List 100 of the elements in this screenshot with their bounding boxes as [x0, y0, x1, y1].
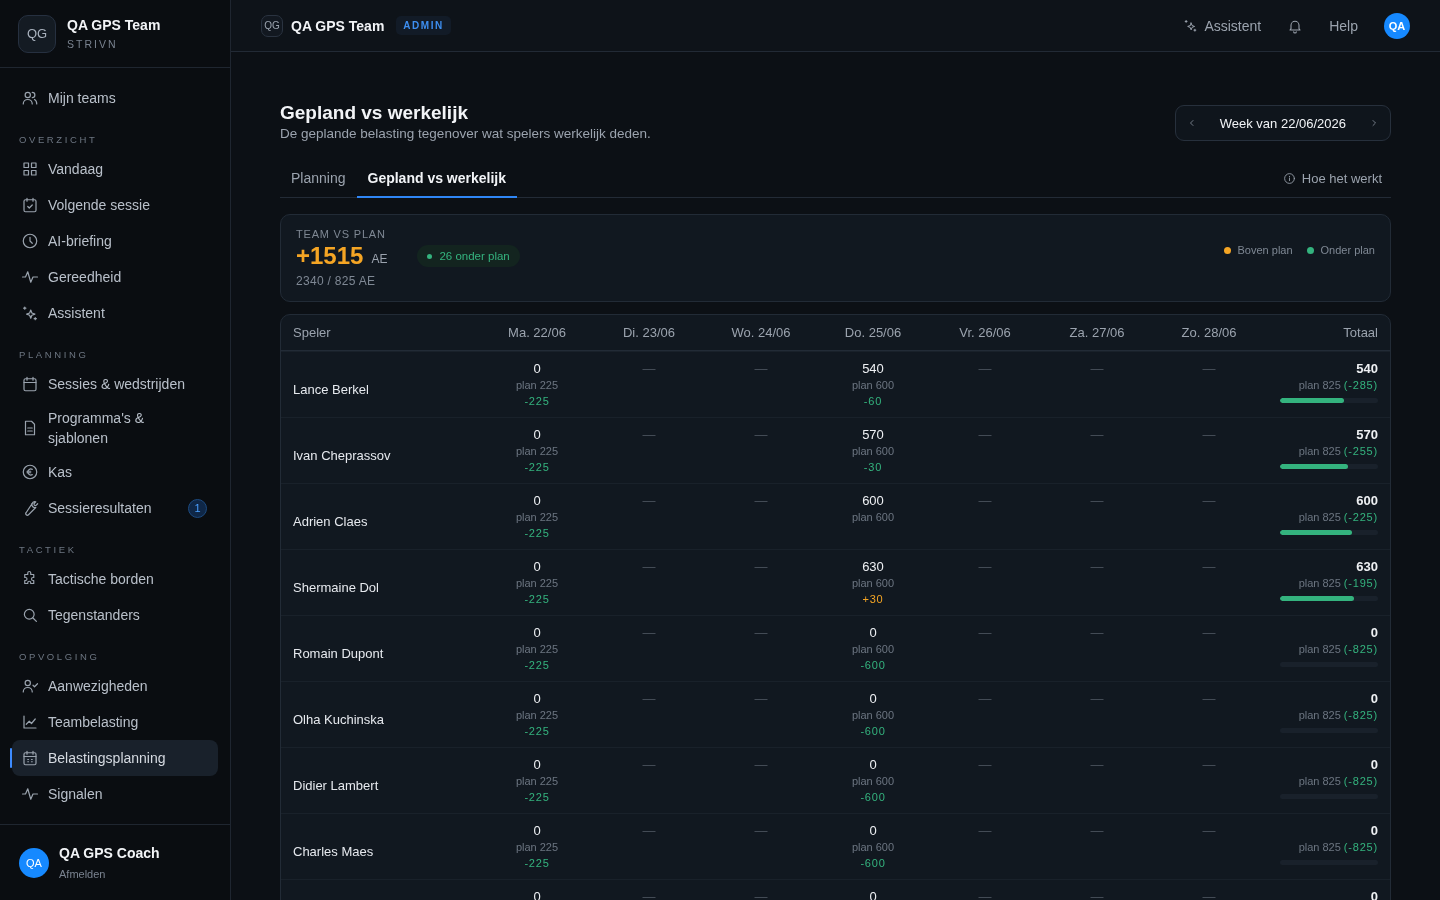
sidebar-item[interactable]: Programma's & sjablonen	[12, 402, 218, 454]
empty-value: —	[978, 361, 992, 377]
actual-load: 0	[533, 427, 541, 443]
empty-value: —	[978, 559, 992, 575]
planned-load: plan 600	[851, 510, 895, 525]
planned-total: plan 825	[1298, 378, 1341, 393]
actual-load: 540	[862, 361, 884, 377]
column-header: Za. 27/06	[1068, 325, 1126, 340]
column-header: Totaal	[1342, 325, 1378, 340]
total-load: 540	[1356, 361, 1378, 377]
calendar-icon	[21, 375, 39, 393]
summary-label: TEAM VS PLAN	[296, 228, 387, 240]
planned-load: plan 225	[515, 378, 559, 393]
actual-load: 570	[862, 427, 884, 443]
tab[interactable]: Gepland vs werkelijk	[356, 170, 517, 198]
actual-load: 0	[869, 823, 877, 839]
empty-value: —	[1202, 427, 1216, 443]
euro-icon	[21, 463, 39, 481]
sidebar-item[interactable]: Vandaag	[12, 151, 218, 187]
load-difference: -600	[860, 658, 886, 673]
sidebar-item[interactable]: Sessieresultaten 1	[12, 490, 218, 526]
sidebar-item[interactable]: Sessies & wedstrijden	[12, 366, 218, 402]
sidebar-item[interactable]: Tegenstanders	[12, 597, 218, 633]
sidebar-item[interactable]: Gereedheid	[12, 259, 218, 295]
sidebar-item[interactable]: Volgende sessie	[12, 187, 218, 223]
unit-label: AE	[371, 252, 388, 266]
total-difference: (-825)	[1343, 708, 1378, 723]
load-difference: -225	[524, 394, 550, 409]
actual-load: 0	[533, 361, 541, 377]
planned-load: plan 225	[515, 642, 559, 657]
sparkle-icon	[1183, 18, 1199, 33]
empty-value: —	[754, 757, 768, 773]
sidebar-item[interactable]: Kas	[12, 454, 218, 490]
load-difference: -225	[524, 724, 550, 739]
grid-icon	[21, 160, 39, 178]
load-difference: -600	[860, 724, 886, 739]
empty-value: —	[1090, 361, 1104, 377]
total-load: 570	[1356, 427, 1378, 443]
logout-link[interactable]: Afmelden	[59, 868, 160, 880]
empty-value: —	[978, 889, 992, 900]
total-difference: (-255)	[1343, 444, 1378, 459]
pulse-icon	[21, 268, 39, 286]
planned-load: plan 600	[851, 840, 895, 855]
planned-load: plan 600	[851, 444, 895, 459]
team-name: QA GPS Team	[67, 17, 161, 33]
total-load: 0	[1370, 625, 1378, 641]
empty-value: —	[1090, 427, 1104, 443]
week-picker[interactable]: Week van 22/06/2026	[1174, 105, 1391, 141]
column-header: Speler	[293, 325, 332, 340]
empty-value: —	[978, 427, 992, 443]
assistant-button[interactable]: Assistent	[1183, 17, 1262, 34]
planned-total: plan 825	[1298, 510, 1341, 525]
sidebar-item[interactable]: AI-briefing	[12, 223, 218, 259]
empty-value: —	[978, 691, 992, 707]
player-name: Lance Berkel	[293, 381, 370, 397]
load-difference: -60	[863, 394, 883, 409]
total-load: 0	[1370, 757, 1378, 773]
player-name: Adrien Claes	[293, 513, 369, 529]
empty-value: —	[754, 889, 768, 900]
empty-value: —	[642, 625, 656, 641]
total-difference: (-825)	[1343, 774, 1378, 789]
sidebar-item[interactable]: Teambelasting	[12, 704, 218, 740]
actual-load: 630	[862, 559, 884, 575]
line-chart-icon	[21, 713, 39, 731]
count-badge: 1	[188, 498, 207, 518]
actual-load: 0	[533, 493, 541, 509]
help-link[interactable]: Hoe het werkt	[1282, 171, 1382, 186]
sidebar-item[interactable]: Assistent	[12, 295, 218, 331]
actual-load: 0	[869, 625, 877, 641]
sidebar-item[interactable]: Belastingsplanning	[12, 740, 218, 776]
status-pill: 26 onder plan	[417, 245, 520, 267]
empty-value: —	[754, 361, 768, 377]
help-button[interactable]: Help	[1329, 17, 1358, 34]
empty-value: —	[1090, 625, 1104, 641]
summary-detail: 2340 / 825 AE	[296, 274, 377, 288]
empty-value: —	[1202, 691, 1216, 707]
column-header: Wo. 24/06	[730, 325, 792, 340]
planned-load: plan 600	[851, 642, 895, 657]
column-header: Zo. 28/06	[1180, 325, 1238, 340]
actual-load: 0	[869, 757, 877, 773]
clock-icon	[21, 232, 39, 250]
load-difference: -30	[863, 460, 883, 475]
planned-load: plan 600	[851, 378, 895, 393]
planned-total: plan 825	[1298, 840, 1341, 855]
column-header: Di. 23/06	[621, 325, 676, 340]
section-heading: OPVOLGING	[18, 651, 101, 662]
empty-value: —	[978, 757, 992, 773]
load-difference: -225	[524, 856, 550, 871]
tab[interactable]: Planning	[280, 170, 357, 198]
total-load: 0	[1370, 691, 1378, 707]
planned-load: plan 225	[515, 708, 559, 723]
empty-value: —	[978, 493, 992, 509]
sidebar-item[interactable]: Signalen	[12, 776, 218, 812]
empty-value: —	[1090, 493, 1104, 509]
sidebar-item[interactable]: Aanwezigheden	[12, 668, 218, 704]
sidebar-item[interactable]: Mijn teams	[12, 80, 218, 116]
empty-value: —	[754, 691, 768, 707]
sidebar-item[interactable]: Tactische borden	[12, 561, 218, 597]
search-icon	[21, 606, 39, 624]
user-check-icon	[21, 677, 39, 695]
